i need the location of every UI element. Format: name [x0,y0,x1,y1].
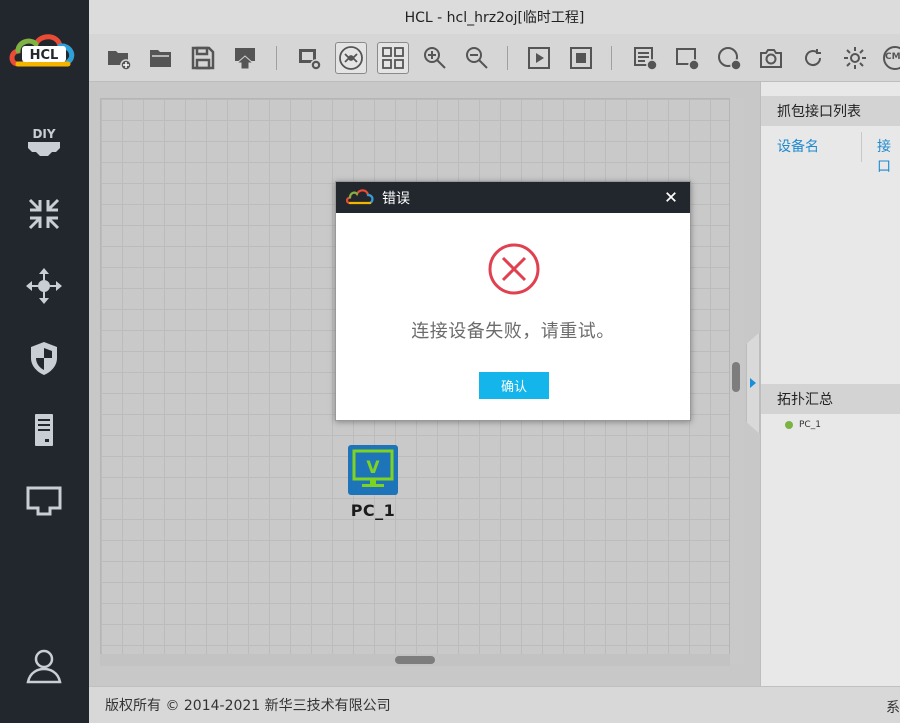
status-bar: 版权所有 © 2014-2021 新华三技术有限公司 系 [89,686,900,723]
status-right-text: 系 [886,700,900,716]
cmd-icon[interactable]: CMD [879,42,900,74]
panel-collapse-handle[interactable] [746,332,760,434]
confirm-button[interactable]: 确认 [479,372,549,399]
column-interface[interactable]: 接口 [877,136,900,176]
zoom-out-icon[interactable] [461,42,493,74]
main-toolbar: CMD [89,34,900,82]
pc-device-label: PC_1 [350,501,396,520]
stop-icon[interactable] [565,42,597,74]
left-sidebar: HCL DIY [0,0,89,723]
column-device-name[interactable]: 设备名 [777,136,819,156]
vertical-scrollbar-thumb[interactable] [732,362,740,392]
close-icon[interactable] [662,188,680,206]
horizontal-scrollbar-thumb[interactable] [395,656,435,664]
right-panel: 抓包接口列表 设备名 接口 拓扑汇总 PC_1 [760,82,900,686]
hcl-logo: HCL [8,28,80,76]
pc-device[interactable]: V [348,445,398,495]
hcl-cloud-icon [346,189,374,205]
svg-text:DIY: DIY [32,127,55,141]
add-circle-icon[interactable] [713,42,745,74]
hcl-cloud-icon: HCL [9,34,75,67]
zoom-in-icon[interactable] [419,42,451,74]
open-folder-icon[interactable] [145,42,177,74]
window-title: HCL - hcl_hrz2oj[临时工程] [404,10,585,26]
capture-list-header: 抓包接口列表 [761,96,900,126]
user-icon[interactable] [22,644,66,688]
settings-icon[interactable] [839,42,871,74]
topology-view-icon[interactable] [335,42,367,74]
shield-icon[interactable] [22,336,66,380]
add-list-icon[interactable] [629,42,661,74]
new-project-icon[interactable] [103,42,135,74]
error-dialog: 错误 连接设备失败，请重试。 确认 [335,181,691,421]
status-dot-icon [785,421,793,429]
start-icon[interactable] [523,42,555,74]
grid-view-icon[interactable] [377,42,409,74]
arrow-right-icon [750,378,756,388]
capture-view-icon[interactable] [293,42,325,74]
topology-summary-item[interactable]: PC_1 [785,420,821,430]
router-icon[interactable] [22,192,66,236]
refresh-icon[interactable] [797,42,829,74]
topology-summary-header: 拓扑汇总 [761,384,900,414]
dialog-title-bar: 错误 [336,182,690,213]
export-icon[interactable] [229,42,261,74]
server-icon[interactable] [22,408,66,452]
pc-icon: V [352,449,394,487]
svg-text:HCL: HCL [30,48,59,63]
switch-icon[interactable] [22,264,66,308]
terminal-icon[interactable] [22,480,66,524]
error-icon [488,243,540,295]
window-title-bar: HCL - hcl_hrz2oj[临时工程] [89,0,900,34]
save-icon[interactable] [187,42,219,74]
dialog-title: 错误 [382,190,410,207]
camera-icon[interactable] [755,42,787,74]
diy-icon[interactable]: DIY [22,122,66,166]
copyright-text: 版权所有 © 2014-2021 新华三技术有限公司 [105,698,391,714]
svg-text:V: V [366,458,380,478]
add-box-icon[interactable] [671,42,703,74]
dialog-message: 连接设备失败，请重试。 [411,321,615,342]
